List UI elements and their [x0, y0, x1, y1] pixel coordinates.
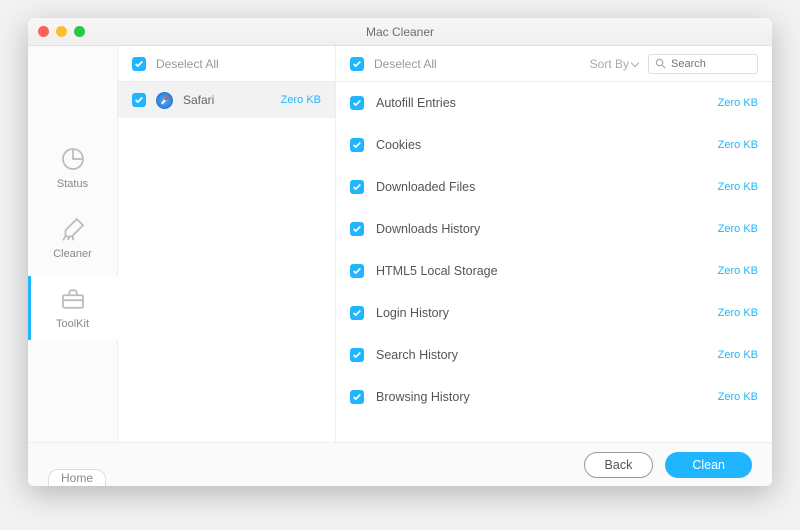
item-label: Downloaded Files — [376, 180, 475, 194]
checkbox[interactable] — [350, 390, 364, 404]
checkbox[interactable] — [132, 93, 146, 107]
browser-row-safari[interactable]: Safari Zero KB — [118, 82, 335, 118]
checkbox[interactable] — [350, 222, 364, 236]
item-size: Zero KB — [718, 265, 758, 277]
back-button[interactable]: Back — [584, 452, 654, 478]
browser-size: Zero KB — [281, 94, 321, 106]
browser-column: Deselect All Safari Zero KB — [118, 46, 336, 442]
item-size: Zero KB — [718, 181, 758, 193]
chevron-down-icon — [632, 57, 638, 71]
list-item[interactable]: Login History Zero KB — [336, 292, 772, 334]
search-box[interactable] — [648, 54, 758, 74]
item-label: Search History — [376, 348, 458, 362]
checkbox[interactable] — [350, 348, 364, 362]
brush-icon — [58, 214, 88, 244]
item-label: Downloads History — [376, 222, 480, 236]
home-tab[interactable]: Home — [48, 469, 106, 487]
search-input[interactable] — [671, 58, 751, 70]
sidebar-item-label: Status — [57, 178, 88, 190]
checkbox[interactable] — [350, 306, 364, 320]
footer: Home Back Clean — [28, 442, 772, 486]
sidebar-item-label: ToolKit — [56, 318, 89, 330]
right-header: Deselect All Sort By — [336, 46, 772, 82]
content-body: Status Cleaner ToolKit Deselect All — [28, 46, 772, 442]
sidebar-item-label: Cleaner — [53, 248, 92, 260]
left-header: Deselect All — [118, 46, 335, 82]
details-column: Deselect All Sort By Autofill Entries Zer… — [336, 46, 772, 442]
item-label: HTML5 Local Storage — [376, 264, 498, 278]
list-item[interactable]: Browsing History Zero KB — [336, 376, 772, 418]
item-size: Zero KB — [718, 97, 758, 109]
main-panels: Deselect All Safari Zero KB Deselect All… — [118, 46, 772, 442]
item-size: Zero KB — [718, 139, 758, 151]
item-size: Zero KB — [718, 223, 758, 235]
item-size: Zero KB — [718, 391, 758, 403]
deselect-all-right-label: Deselect All — [374, 57, 437, 71]
safari-icon — [156, 92, 173, 109]
item-size: Zero KB — [718, 349, 758, 361]
browser-name: Safari — [183, 93, 214, 107]
toolbox-icon — [58, 284, 88, 314]
item-label: Login History — [376, 306, 449, 320]
pie-chart-icon — [58, 144, 88, 174]
clean-button[interactable]: Clean — [665, 452, 752, 478]
list-item[interactable]: Cookies Zero KB — [336, 124, 772, 166]
sort-by-dropdown[interactable]: Sort By — [590, 57, 638, 71]
list-item[interactable]: Autofill Entries Zero KB — [336, 82, 772, 124]
window-title: Mac Cleaner — [28, 25, 772, 39]
titlebar: Mac Cleaner — [28, 18, 772, 46]
item-label: Cookies — [376, 138, 421, 152]
sidebar-item-status[interactable]: Status — [28, 136, 118, 200]
deselect-all-left-label: Deselect All — [156, 57, 219, 71]
sidebar-item-toolkit[interactable]: ToolKit — [28, 276, 118, 340]
list-item[interactable]: HTML5 Local Storage Zero KB — [336, 250, 772, 292]
deselect-all-left-checkbox[interactable] — [132, 57, 146, 71]
items-list: Autofill Entries Zero KB Cookies Zero KB D… — [336, 82, 772, 442]
deselect-all-right-checkbox[interactable] — [350, 57, 364, 71]
item-label: Autofill Entries — [376, 96, 456, 110]
item-label: Browsing History — [376, 390, 470, 404]
list-item[interactable]: Downloaded Files Zero KB — [336, 166, 772, 208]
checkbox[interactable] — [350, 138, 364, 152]
checkbox[interactable] — [350, 264, 364, 278]
search-icon — [655, 58, 666, 69]
app-window: Mac Cleaner Status Cleaner ToolKit Desel… — [28, 18, 772, 486]
list-item[interactable]: Downloads History Zero KB — [336, 208, 772, 250]
checkbox[interactable] — [350, 180, 364, 194]
sidebar-item-cleaner[interactable]: Cleaner — [28, 206, 118, 270]
checkbox[interactable] — [350, 96, 364, 110]
sidebar: Status Cleaner ToolKit — [28, 46, 118, 442]
list-item[interactable]: Search History Zero KB — [336, 334, 772, 376]
item-size: Zero KB — [718, 307, 758, 319]
